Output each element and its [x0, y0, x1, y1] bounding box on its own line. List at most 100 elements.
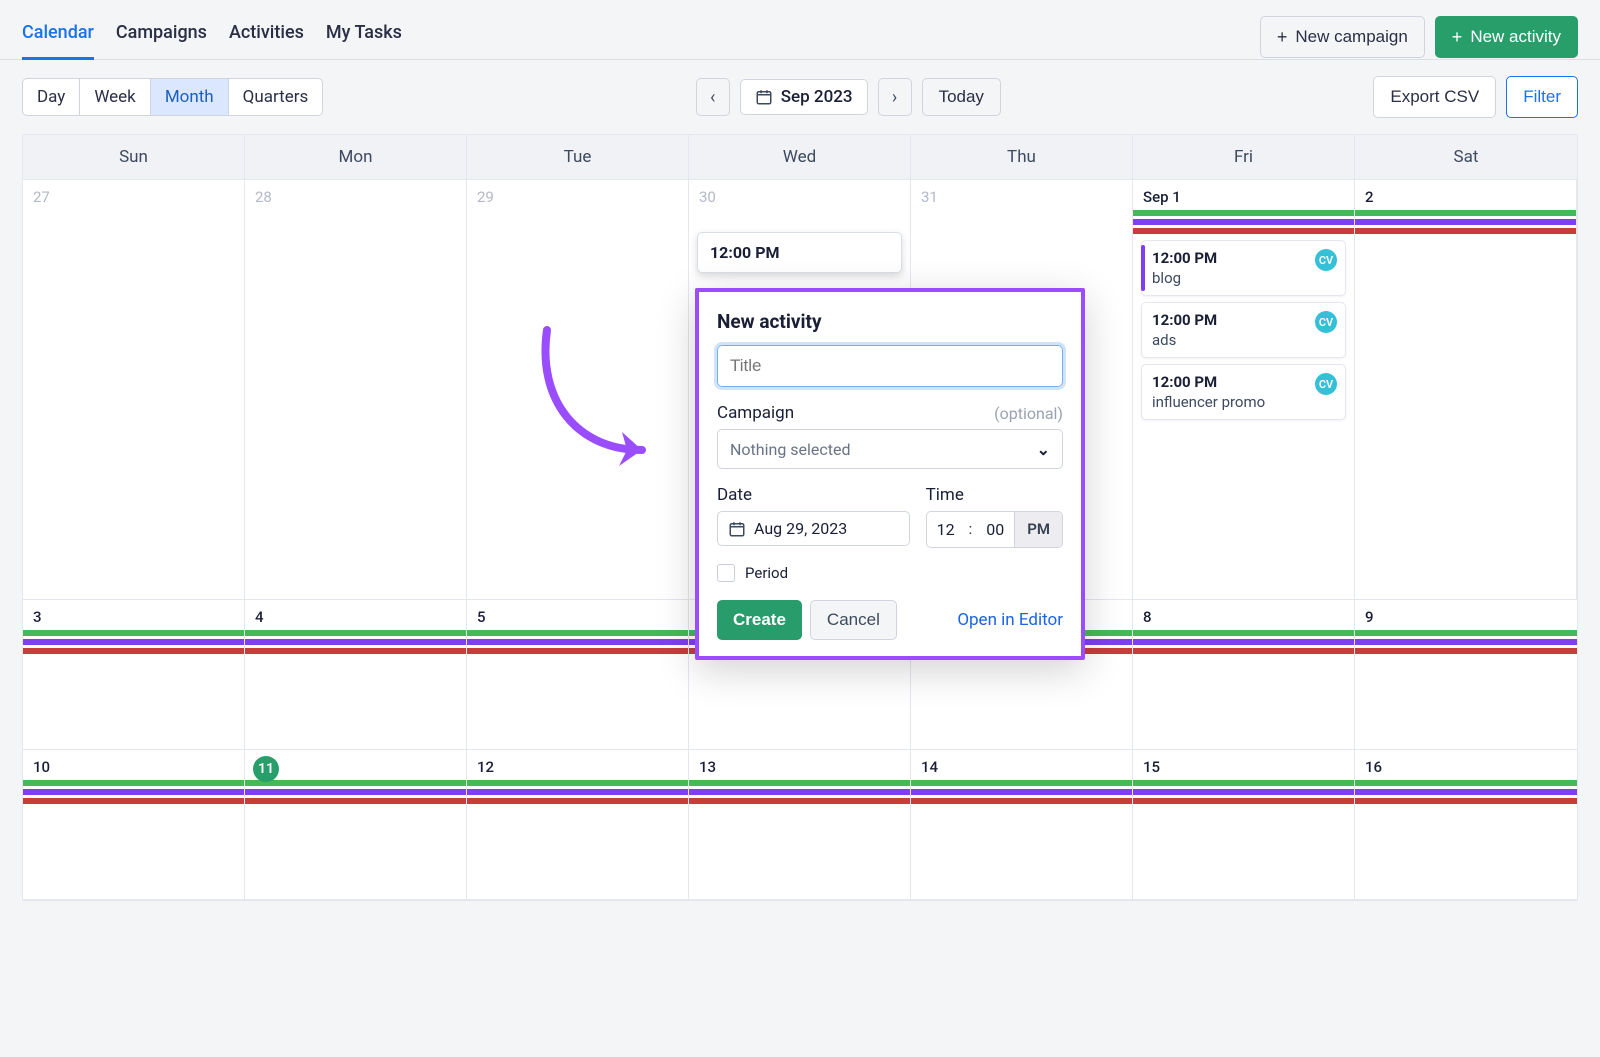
plus-icon: + [1277, 28, 1288, 46]
view-quarters[interactable]: Quarters [229, 79, 323, 115]
day-cell[interactable]: 12 [467, 750, 689, 899]
new-activity-button[interactable]: + New activity [1435, 16, 1578, 58]
avatar: CV [1315, 373, 1337, 395]
day-header: Mon [245, 135, 467, 179]
day-cell[interactable]: 5 [467, 600, 689, 749]
day-cell[interactable]: 3 [23, 600, 245, 749]
new-campaign-button[interactable]: + New campaign [1260, 16, 1425, 58]
campaign-field-label: Campaign [717, 403, 794, 423]
day-number: 10 [31, 756, 236, 780]
day-number: 30 [697, 186, 902, 210]
event-color-mark [1141, 245, 1145, 291]
tab-calendar[interactable]: Calendar [22, 14, 94, 60]
view-month[interactable]: Month [151, 79, 229, 115]
day-header: Wed [689, 135, 911, 179]
chevron-right-icon: › [892, 87, 897, 108]
day-number: 9 [1363, 606, 1569, 630]
day-number: 8 [1141, 606, 1346, 630]
chevron-down-icon: ⌄ [1037, 440, 1050, 459]
month-picker[interactable]: Sep 2023 [740, 79, 868, 115]
day-cell[interactable]: Sep 1 CV 12:00 PM blog CV 12:00 PM ads C… [1133, 180, 1355, 599]
day-cell[interactable]: 2 [1355, 180, 1577, 599]
today-button[interactable]: Today [922, 78, 1001, 116]
calendar-row: 10 11 12 13 14 15 16 [23, 750, 1577, 900]
day-header: Tue [467, 135, 689, 179]
day-number: 3 [31, 606, 236, 630]
day-number: 13 [697, 756, 902, 780]
day-cell[interactable]: 15 [1133, 750, 1355, 899]
cancel-button[interactable]: Cancel [810, 600, 897, 640]
activity-title-input[interactable] [717, 345, 1063, 387]
time-minute[interactable]: 00 [976, 512, 1014, 547]
day-number: 31 [919, 186, 1124, 210]
tab-campaigns[interactable]: Campaigns [116, 14, 207, 60]
time-picker[interactable]: 12 : 00 PM [926, 511, 1063, 548]
chevron-left-icon: ‹ [710, 87, 715, 108]
campaign-optional-hint: (optional) [994, 404, 1063, 423]
time-field-label: Time [926, 485, 1063, 505]
event-title: ads [1152, 331, 1335, 349]
event-card[interactable]: CV 12:00 PM influencer promo [1141, 364, 1346, 420]
day-number: 16 [1363, 756, 1569, 780]
new-campaign-label: New campaign [1295, 27, 1407, 47]
campaign-select[interactable]: Nothing selected ⌄ [717, 429, 1063, 469]
day-cell[interactable]: 4 [245, 600, 467, 749]
period-checkbox[interactable] [717, 564, 735, 582]
tab-my-tasks[interactable]: My Tasks [326, 14, 402, 60]
plus-icon: + [1452, 28, 1463, 46]
day-cell[interactable]: 11 [245, 750, 467, 899]
slot-time: 12:00 PM [710, 243, 780, 262]
day-cell[interactable]: 13 [689, 750, 911, 899]
day-number: 5 [475, 606, 680, 630]
time-hour[interactable]: 12 [927, 512, 965, 547]
day-cell[interactable]: 16 [1355, 750, 1577, 899]
event-time: 12:00 PM [1152, 311, 1335, 329]
day-cell[interactable]: 9 [1355, 600, 1577, 749]
period-label: Period [745, 564, 788, 582]
event-title: influencer promo [1152, 393, 1335, 411]
day-cell[interactable]: 8 [1133, 600, 1355, 749]
day-number: 28 [253, 186, 458, 210]
day-number: Sep 1 [1141, 186, 1346, 210]
day-cell[interactable]: 28 [245, 180, 467, 599]
month-label: Sep 2023 [781, 87, 853, 107]
time-ampm-toggle[interactable]: PM [1014, 512, 1062, 547]
today-badge: 11 [253, 756, 458, 782]
selected-slot-card[interactable]: 12:00 PM [697, 232, 902, 273]
day-number: 27 [31, 186, 236, 210]
tab-activities[interactable]: Activities [229, 14, 304, 60]
view-week[interactable]: Week [80, 79, 150, 115]
event-card[interactable]: CV 12:00 PM blog [1141, 240, 1346, 296]
date-picker[interactable]: Aug 29, 2023 [717, 511, 910, 546]
popover-title: New activity [717, 310, 1063, 333]
event-time: 12:00 PM [1152, 249, 1335, 267]
avatar: CV [1315, 249, 1337, 271]
calendar-icon [728, 520, 746, 538]
open-in-editor-link[interactable]: Open in Editor [957, 610, 1063, 630]
prev-month-button[interactable]: ‹ [696, 78, 730, 116]
day-header: Fri [1133, 135, 1355, 179]
view-switch: Day Week Month Quarters [22, 78, 323, 116]
day-header: Thu [911, 135, 1133, 179]
day-number: 29 [475, 186, 680, 210]
event-title: blog [1152, 269, 1335, 287]
day-number: 15 [1141, 756, 1346, 780]
annotation-arrow-icon [527, 320, 667, 480]
calendar-row: 27 28 29 30 12:00 PM 31 Sep 1 CV 12:00 P… [23, 180, 1577, 600]
filter-button[interactable]: Filter [1506, 76, 1578, 118]
time-separator: : [965, 512, 977, 547]
next-month-button[interactable]: › [878, 78, 912, 116]
date-value: Aug 29, 2023 [754, 519, 847, 538]
day-cell[interactable]: 10 [23, 750, 245, 899]
event-card[interactable]: CV 12:00 PM ads [1141, 302, 1346, 358]
day-number: 14 [919, 756, 1124, 780]
day-cell[interactable]: 14 [911, 750, 1133, 899]
export-csv-button[interactable]: Export CSV [1373, 76, 1496, 118]
day-cell[interactable]: 27 [23, 180, 245, 599]
event-time: 12:00 PM [1152, 373, 1335, 391]
view-day[interactable]: Day [23, 79, 80, 115]
create-button[interactable]: Create [717, 600, 802, 640]
date-field-label: Date [717, 485, 910, 505]
day-number: 4 [253, 606, 458, 630]
avatar: CV [1315, 311, 1337, 333]
